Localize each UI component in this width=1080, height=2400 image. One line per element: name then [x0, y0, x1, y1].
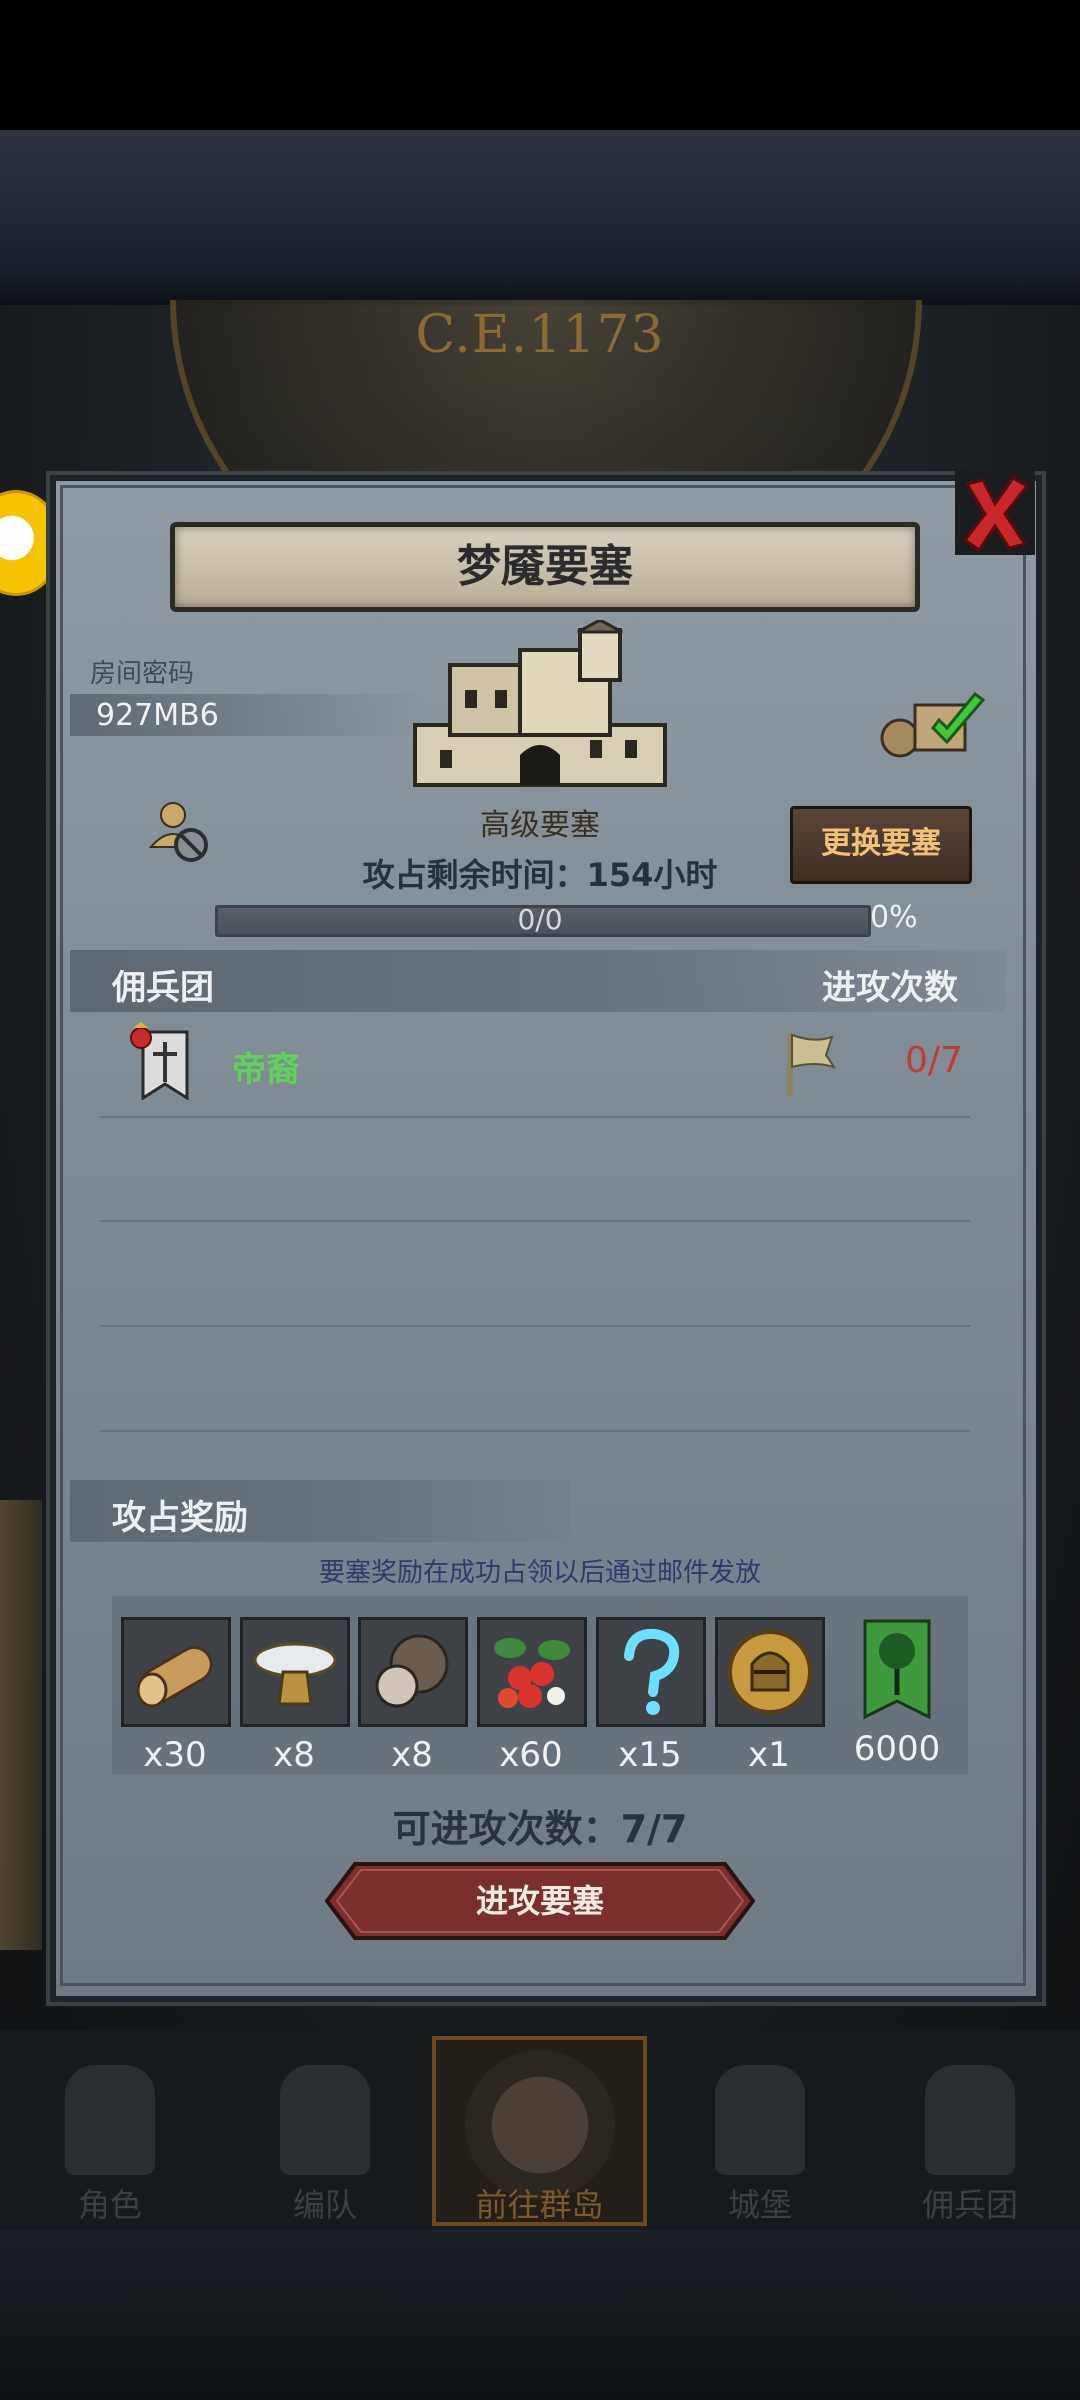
attacks-available: 可进攻次数：7/7	[392, 1807, 688, 1851]
background-sky	[0, 130, 1080, 305]
loot-bag-check-icon[interactable]	[875, 680, 995, 760]
attack-button-label: 进攻要塞	[475, 1882, 604, 1920]
guild-emblem-icon	[125, 1020, 195, 1101]
room-password-value[interactable]: 927MB6	[96, 698, 219, 733]
reward-qty: x30	[143, 1735, 207, 1775]
mercenary-header: 佣兵团	[112, 968, 214, 1008]
row-divider	[100, 1116, 970, 1118]
nav-label: 佣兵团	[921, 2186, 1018, 2224]
mystery-question-icon	[596, 1617, 706, 1727]
nav-label: 城堡	[727, 2186, 792, 2224]
truffle-icon	[358, 1617, 468, 1727]
year-label: C.E.1173	[415, 305, 665, 365]
reward-qty: x60	[499, 1735, 563, 1775]
attacks-header: 进攻次数	[822, 968, 958, 1008]
attack-flag-icon	[780, 1025, 840, 1100]
close-icon	[962, 476, 1030, 553]
fortress-rank: 高级要塞	[480, 808, 600, 843]
character-icon	[65, 2065, 155, 2175]
nav-item-formation[interactable]: 编队	[225, 2050, 425, 2230]
panel-title: 梦魇要塞	[170, 522, 920, 612]
knight-helmet-coin-icon	[715, 1617, 825, 1727]
nav-label: 编队	[292, 2186, 357, 2224]
silver-dish-icon	[240, 1617, 350, 1727]
row-divider	[100, 1220, 970, 1222]
fortress-castle-icon	[410, 618, 670, 790]
reward-item[interactable]: x15	[596, 1617, 706, 1775]
reward-qty: x8	[273, 1735, 315, 1775]
reward-header: 攻占奖励	[112, 1498, 248, 1538]
reward-qty: x1	[748, 1735, 790, 1775]
row-divider	[100, 1325, 970, 1327]
reward-item[interactable]: x30	[121, 1617, 231, 1775]
berries-icon	[477, 1617, 587, 1727]
room-password-label: 房间密码	[90, 659, 195, 689]
row-divider	[100, 1430, 970, 1432]
nav-item-castle[interactable]: 城堡	[660, 2050, 860, 2230]
wood-log-icon	[121, 1617, 231, 1727]
reward-qty: x8	[391, 1735, 433, 1775]
compass-icon	[464, 2050, 615, 2200]
bottom-area	[0, 2230, 1080, 2400]
green-banner-tree-icon	[845, 1617, 949, 1721]
attack-fortress-button[interactable]: 进攻要塞	[325, 1862, 755, 1940]
reward-item[interactable]: x60	[477, 1617, 587, 1775]
castle-nav-icon	[715, 2065, 805, 2175]
formation-icon	[280, 2065, 370, 2175]
reward-item[interactable]: x8	[240, 1617, 350, 1775]
nav-label: 前往群岛	[475, 2186, 604, 2224]
progress-text: 0/0	[517, 903, 563, 936]
guild-attack-count: 0/7	[905, 1040, 963, 1081]
top-status-area	[0, 0, 1080, 130]
nav-item-mercenary[interactable]: 佣兵团	[870, 2050, 1070, 2230]
reward-item[interactable]: x8	[358, 1617, 468, 1775]
nav-label: 角色	[77, 2186, 142, 2224]
mercenary-icon	[925, 2065, 1015, 2175]
reward-qty: x15	[618, 1735, 682, 1775]
reward-qty: 6000	[853, 1729, 941, 1769]
progress-percent: 0%	[870, 900, 918, 935]
nav-item-character[interactable]: 角色	[10, 2050, 210, 2230]
close-button[interactable]	[955, 470, 1035, 555]
reward-item[interactable]: x1	[715, 1617, 825, 1775]
occupation-timer: 攻占剩余时间：154小时	[362, 856, 718, 894]
guild-name[interactable]: 帝裔	[232, 1042, 300, 1091]
nav-item-islands[interactable]: 前往群岛	[432, 2036, 647, 2226]
reward-note: 要塞奖励在成功占领以后通过邮件发放	[318, 1558, 761, 1588]
reward-item[interactable]: 6000	[843, 1617, 951, 1769]
